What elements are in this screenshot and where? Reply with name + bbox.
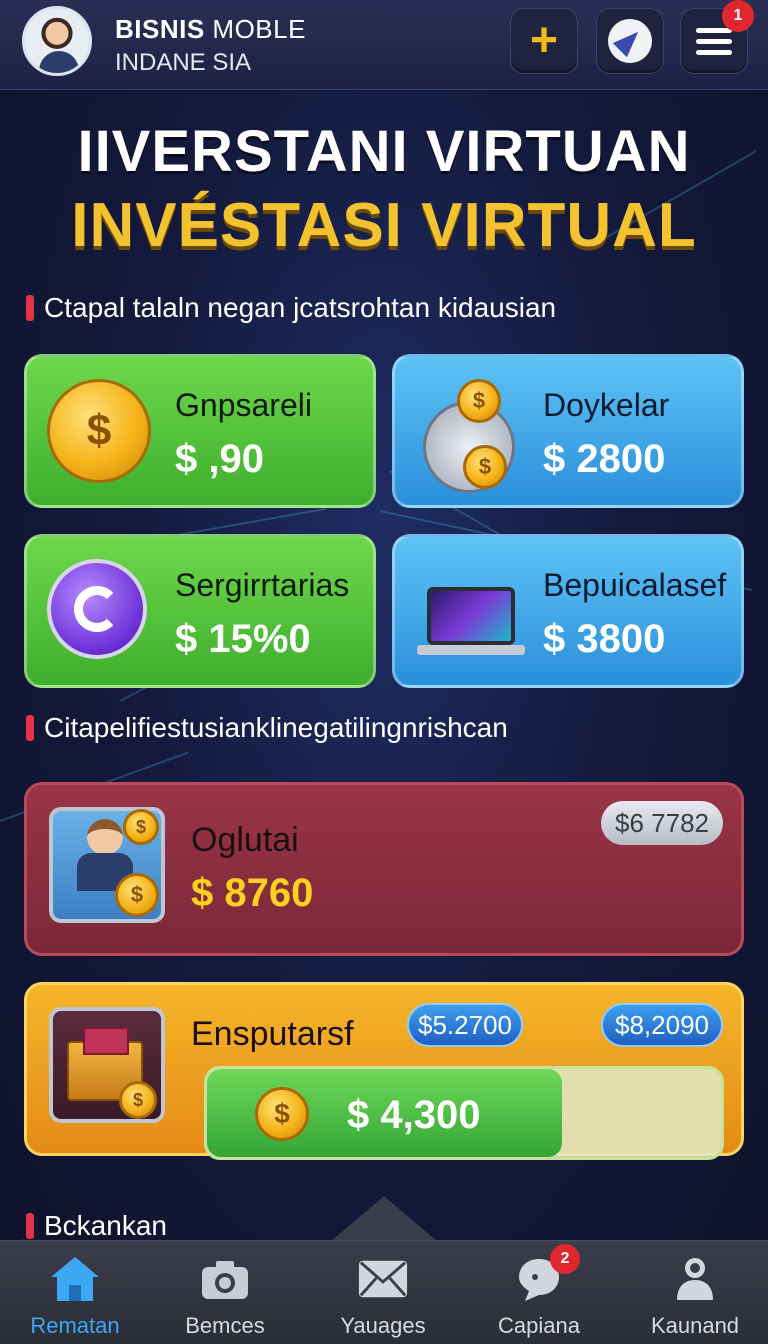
users-icon (669, 1253, 721, 1305)
add-button[interactable]: + (510, 8, 578, 74)
card-price: $ 15%0 (175, 617, 311, 661)
nav-item-home[interactable]: Rematan (0, 1241, 150, 1344)
nav-notch (330, 1196, 438, 1242)
mail-icon (357, 1253, 409, 1305)
camera-icon (199, 1253, 251, 1305)
card-price: $ ,90 (175, 437, 264, 481)
avatar[interactable] (22, 6, 92, 76)
section-label-3: Bckankan (26, 1210, 167, 1242)
nav-label: Yauages (340, 1313, 426, 1338)
explore-button[interactable] (596, 8, 664, 74)
value-pill-right[interactable]: $8,2090 (601, 1003, 723, 1047)
nav-item-messages[interactable]: Yauages (308, 1241, 458, 1344)
investment-card[interactable]: Sergirrtarias $ 15%0 (24, 534, 376, 688)
value-badge: $6 7782 (601, 801, 723, 845)
hero-subtitle: INVÉSTASI VIRTUAL (71, 191, 697, 260)
home-icon (49, 1253, 101, 1305)
compass-icon (608, 19, 652, 63)
portfolio-name: Ensputarsf (191, 1015, 354, 1053)
section-label-1: Ctapal talaln negan jcatsrohtan kidausia… (26, 292, 556, 324)
nav-label: Kaunand (650, 1313, 740, 1338)
ring-icon (47, 559, 155, 667)
hero-title: IIVERSTANI VIRTUAN (77, 119, 691, 184)
investment-card[interactable]: $ Gnpsareli $ ,90 (24, 354, 376, 508)
gold-stack-icon: $ (49, 1007, 165, 1123)
coin-icon: $ (255, 1087, 309, 1141)
brand-title-bold: BISNIS (115, 14, 205, 44)
vault-coins-icon: $ $ (415, 379, 523, 493)
section-marker (26, 715, 34, 741)
brand: BISNIS MOBLE INDANE SIA (115, 14, 306, 77)
nav-item-account[interactable]: Kaunand (620, 1241, 768, 1344)
menu-icon (696, 27, 732, 55)
section-label-2: Citapelifiestusianklinegatilingnrishcan (26, 712, 508, 744)
portfolio-price: $ 8760 (191, 871, 314, 915)
section-marker (26, 1213, 34, 1239)
section-marker (26, 295, 34, 321)
nav-item-chat[interactable]: Capiana (464, 1241, 614, 1344)
card-name: Gnpsareli (175, 387, 312, 423)
nav-item-camera[interactable]: Bemces (150, 1241, 300, 1344)
investment-card[interactable]: Bepuicalasef $ 3800 (392, 534, 744, 688)
portfolio-name: Oglutai (191, 821, 299, 859)
nav-label: Rematan (30, 1313, 120, 1338)
section-label-text: Citapelifiestusianklinegatilingnrishcan (44, 712, 508, 743)
value-pill-left[interactable]: $5.2700 (407, 1003, 523, 1047)
nav-badge: 2 (550, 1244, 580, 1274)
card-name: Doykelar (543, 387, 670, 423)
brand-title-rest: MOBLE (212, 14, 306, 44)
card-price: $ 2800 (543, 437, 666, 481)
card-name: Sergirrtarias (175, 567, 350, 603)
investment-card[interactable]: $ $ Doykelar $ 2800 (392, 354, 744, 508)
plus-icon: + (529, 14, 559, 67)
brand-subtitle: INDANE SIA (115, 49, 252, 76)
nav-label: Bemces (185, 1313, 265, 1338)
app-header: BISNIS MOBLE INDANE SIA + (0, 0, 768, 90)
laptop-icon (415, 559, 525, 667)
bottom-nav: Rematan Bemces Yauages Capiana Kaunand (0, 1240, 768, 1344)
notification-badge: 1 (722, 0, 754, 32)
coin-icon: $ (123, 809, 159, 845)
card-price: $ 3800 (543, 617, 666, 661)
portfolio-card[interactable]: $ $ Oglutai $ 8760 $6 7782 (24, 782, 744, 956)
card-name: Bepuicalasef (543, 567, 727, 603)
nav-label: Capiana (498, 1313, 580, 1338)
progress-label: $ 4,300 (347, 1093, 481, 1137)
section-label-text: Bckankan (44, 1210, 167, 1241)
section-label-text: Ctapal talaln negan jcatsrohtan kidausia… (44, 292, 557, 323)
shield-coin-icon: $ (47, 379, 155, 487)
investment-progress-bar[interactable]: $ $ 4,300 (204, 1066, 724, 1160)
